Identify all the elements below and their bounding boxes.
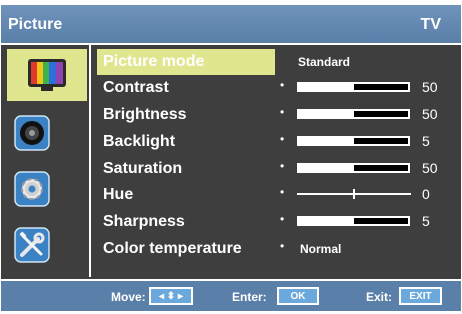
contrast-value: 50 (422, 79, 438, 95)
input-source: TV (420, 16, 441, 33)
menu-item-backlight[interactable]: Backlight • 5 (91, 129, 461, 155)
bullet: • (280, 185, 285, 199)
menu-item-brightness[interactable]: Brightness • 50 (91, 102, 461, 128)
color-temperature-label: Color temperature (103, 240, 242, 257)
slider-fill (299, 111, 354, 117)
sharpness-value: 5 (422, 213, 430, 229)
exit-button[interactable]: EXIT (399, 287, 442, 305)
setup-icon (14, 171, 50, 207)
menu-title: Picture (8, 16, 63, 33)
sidebar-item-sound[interactable] (6, 107, 58, 159)
bullet: • (280, 239, 285, 253)
picture-mode-value: Standard (298, 55, 351, 69)
backlight-label: Backlight (103, 133, 176, 150)
contrast-slider[interactable] (297, 82, 410, 92)
hue-label: Hue (103, 186, 134, 203)
brightness-slider[interactable] (297, 109, 410, 119)
hue-value: 0 (422, 186, 430, 202)
bullet: • (280, 78, 285, 92)
exit-label: Exit: (366, 290, 393, 304)
menu-item-sharpness[interactable]: Sharpness • 5 (91, 209, 461, 235)
enter-label: Enter: (232, 290, 267, 304)
sidebar-item-setup[interactable] (6, 163, 58, 215)
ok-button[interactable]: OK (277, 287, 319, 305)
tools-icon (14, 227, 50, 263)
backlight-value: 5 (422, 133, 430, 149)
footer-bar: Move: ◂ ⬍ ▸ Enter: OK Exit: EXIT (1, 279, 461, 311)
sound-icon (14, 115, 50, 151)
sharpness-slider[interactable] (297, 216, 410, 226)
title-bar: Picture TV (1, 5, 461, 45)
brightness-value: 50 (422, 106, 438, 122)
hue-marker (353, 189, 355, 199)
saturation-value: 50 (422, 160, 438, 176)
color-temperature-value: Normal (300, 242, 342, 256)
bullet: • (280, 105, 285, 119)
saturation-label: Saturation (103, 160, 183, 177)
category-sidebar (1, 45, 91, 277)
backlight-slider[interactable] (297, 136, 410, 146)
bullet: • (280, 159, 285, 173)
hue-slider[interactable] (297, 189, 411, 199)
slider-fill (299, 165, 354, 171)
settings-list: Picture mode Standard Contrast • 50 Brig… (91, 45, 461, 277)
picture-icon (28, 59, 66, 91)
tv-osd-menu: Picture TV Picture mode Standard Contras… (1, 5, 461, 311)
brightness-label: Brightness (103, 106, 187, 123)
menu-item-color-temperature[interactable]: Color temperature • Normal (91, 236, 461, 262)
slider-fill (299, 218, 354, 224)
saturation-slider[interactable] (297, 163, 410, 173)
menu-item-contrast[interactable]: Contrast • 50 (91, 75, 461, 101)
slider-fill (299, 84, 354, 90)
sidebar-item-tools[interactable] (6, 219, 58, 271)
contrast-label: Contrast (103, 79, 169, 96)
move-button[interactable]: ◂ ⬍ ▸ (149, 287, 193, 305)
bullet: • (280, 212, 285, 226)
bullet: • (280, 132, 285, 146)
move-label: Move: (111, 290, 146, 304)
slider-fill (299, 138, 354, 144)
sidebar-item-picture[interactable] (7, 49, 87, 101)
menu-item-picture-mode[interactable]: Picture mode Standard (91, 49, 461, 75)
menu-item-saturation[interactable]: Saturation • 50 (91, 156, 461, 182)
menu-item-hue[interactable]: Hue • 0 (91, 182, 461, 208)
picture-mode-label: Picture mode (103, 53, 205, 70)
sharpness-label: Sharpness (103, 213, 185, 230)
